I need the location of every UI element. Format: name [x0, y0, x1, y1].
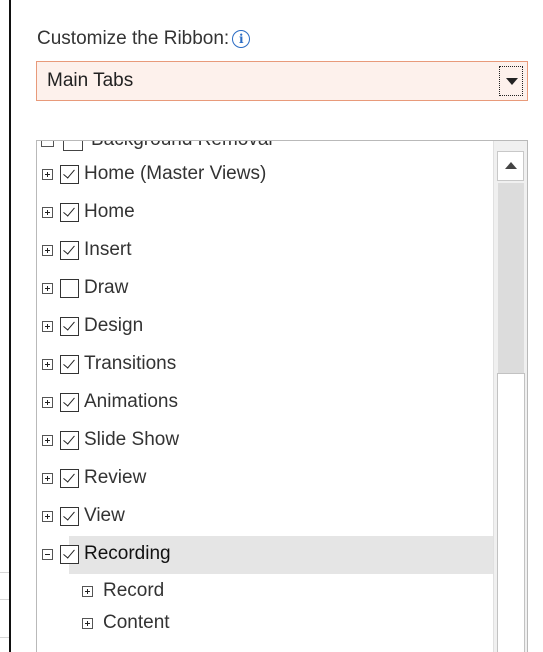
tab-checkbox[interactable]	[60, 469, 79, 488]
expand-icon[interactable]	[42, 435, 53, 446]
expand-icon[interactable]	[42, 207, 53, 218]
customize-ribbon-heading: Customize the Ribbon: i	[37, 28, 251, 50]
tree-item-label: Slide Show	[84, 429, 180, 450]
tree-item[interactable]: Draw	[37, 270, 493, 308]
ribbon-tabs-tree[interactable]: Background Removal Home (Master Views) Ho…	[36, 140, 528, 652]
tab-checkbox[interactable]	[60, 507, 79, 526]
scroll-up-icon[interactable]	[497, 151, 524, 181]
tab-checkbox[interactable]	[60, 241, 79, 260]
tree-item-label: Background Removal	[91, 141, 273, 151]
expand-icon[interactable]	[42, 283, 53, 294]
collapse-icon[interactable]	[42, 549, 53, 560]
tree-item-label: Recording	[84, 543, 171, 564]
tree-item-label: Animations	[84, 391, 178, 412]
tree-item[interactable]: View	[37, 498, 493, 536]
vertical-scrollbar[interactable]	[493, 141, 527, 652]
tree-item[interactable]: Home (Master Views)	[37, 156, 493, 194]
tree-item-label: Home (Master Views)	[84, 163, 267, 184]
expand-icon[interactable]	[42, 473, 53, 484]
tab-checkbox[interactable]	[60, 317, 79, 336]
expand-icon[interactable]	[42, 169, 53, 180]
tree-subitem-label: Content	[103, 612, 170, 633]
info-icon[interactable]: i	[232, 30, 251, 48]
tree-item[interactable]: Design	[37, 308, 493, 346]
expand-icon[interactable]	[42, 321, 53, 332]
expand-icon[interactable]	[82, 618, 93, 629]
expand-icon[interactable]	[42, 397, 53, 408]
tree-item[interactable]: Home	[37, 194, 493, 232]
checkbox-icon	[63, 141, 83, 151]
expand-icon[interactable]	[42, 245, 53, 256]
tabs-dropdown-value: Main Tabs	[47, 70, 134, 91]
tree-item[interactable]: Transitions	[37, 346, 493, 384]
tab-checkbox[interactable]	[60, 393, 79, 412]
tree-item-label: Draw	[84, 277, 129, 298]
scrollbar-thumb[interactable]	[497, 373, 525, 652]
tab-checkbox[interactable]	[60, 279, 79, 298]
tree-item-label: Review	[84, 467, 147, 488]
tab-checkbox[interactable]	[60, 431, 79, 450]
tree-item[interactable]: Review	[37, 460, 493, 498]
tab-checkbox[interactable]	[60, 545, 79, 564]
tree-item-label: Design	[84, 315, 144, 336]
tree-item[interactable]: Animations	[37, 384, 493, 422]
tree-item-label: Insert	[84, 239, 132, 260]
expand-icon[interactable]	[42, 511, 53, 522]
tree-subitem[interactable]: Record	[37, 576, 493, 608]
tree-item-label: Home	[84, 201, 135, 222]
heading-label: Customize the Ribbon:	[37, 28, 230, 49]
expand-icon	[41, 141, 54, 147]
tabs-dropdown[interactable]: Main Tabs	[36, 61, 528, 101]
expand-icon[interactable]	[42, 359, 53, 370]
tab-checkbox[interactable]	[60, 203, 79, 222]
tab-checkbox[interactable]	[60, 355, 79, 374]
tree-subitem[interactable]: Content	[37, 608, 493, 640]
tree-item[interactable]: Insert	[37, 232, 493, 270]
tab-checkbox[interactable]	[60, 165, 79, 184]
expand-icon[interactable]	[82, 586, 93, 597]
tree-item[interactable]: Slide Show	[37, 422, 493, 460]
tree-item-label: View	[84, 505, 125, 526]
chevron-down-icon[interactable]	[499, 66, 523, 96]
tree-item-label: Transitions	[84, 353, 177, 374]
tree-subitem-label: Record	[103, 580, 165, 601]
scrollbar-track[interactable]	[498, 183, 524, 373]
tree-item[interactable]: Recording	[37, 536, 493, 574]
